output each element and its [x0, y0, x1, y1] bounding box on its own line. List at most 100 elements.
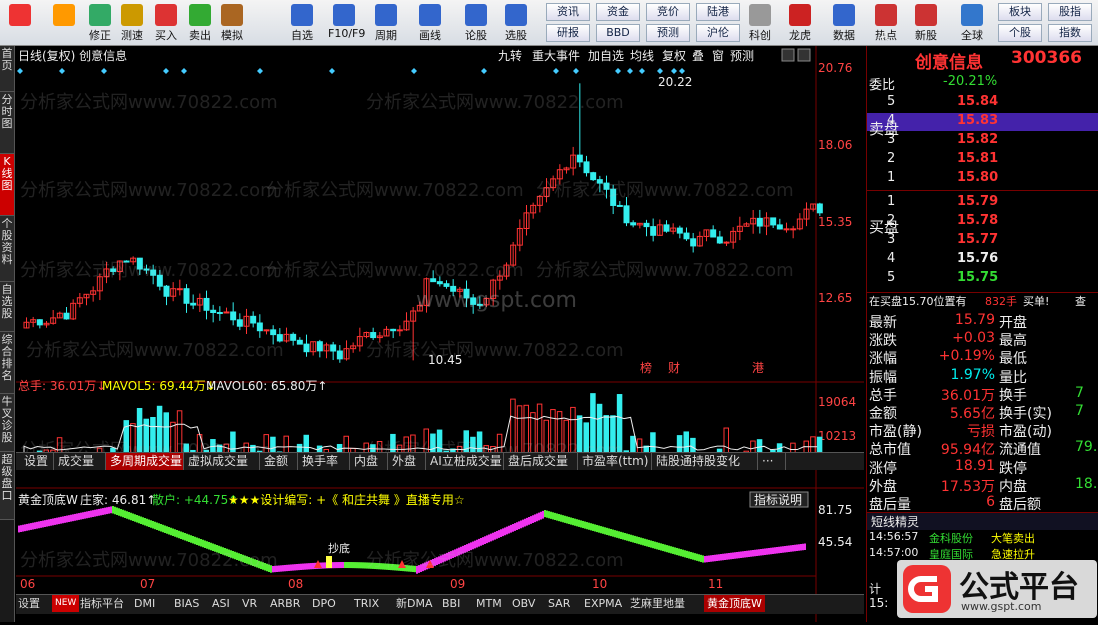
toolbar-small-button-0[interactable]: 资讯 — [546, 3, 590, 21]
kline-chart-area[interactable]: 日线(复权) 创意信息 九转 重大事件 加自选 均线 复权叠窗预测 20.76 18.06 15… — [16, 46, 864, 622]
ind-tab-10[interactable]: 新DMA — [396, 595, 433, 612]
toolbar-small-button-11[interactable]: 指数 — [1048, 24, 1092, 42]
ind-tab-15[interactable]: EXPMA — [584, 595, 622, 612]
left-tab-1[interactable]: 分时图 — [0, 92, 14, 154]
ind-tab-6[interactable]: VR — [242, 595, 257, 612]
chart-top-button-6[interactable]: 窗 — [712, 49, 724, 63]
left-tab-4[interactable]: 自选股 — [0, 282, 14, 332]
left-tab-0[interactable]: 首页 — [0, 46, 14, 92]
ind-tab-0[interactable]: 设置 — [18, 595, 40, 612]
elf-name: 金科股份 — [929, 532, 973, 545]
toolbar-button-7[interactable]: 自选 — [286, 2, 318, 44]
left-tab-6[interactable]: 牛叉诊股 — [0, 394, 14, 452]
weibi-row: 委比 -20.21% — [867, 74, 1098, 93]
ind-tab-2[interactable]: 指标平台 — [80, 595, 124, 612]
toolbar-button-23[interactable]: 新股 — [910, 2, 942, 44]
toolbar-button-9[interactable]: 周期 — [370, 2, 402, 44]
ind-tab-11[interactable]: BBI — [442, 595, 460, 612]
vol-tab-10[interactable]: 市盈率(ttm) — [578, 453, 652, 470]
ind-tab-1[interactable]: NEW — [52, 595, 80, 612]
chart-top-button-0[interactable]: 九转 — [498, 48, 522, 63]
wave-segment — [416, 566, 418, 574]
left-tab-7[interactable]: 超级盘口 — [0, 452, 14, 520]
toolbar-small-button-3[interactable]: 陆港 — [696, 3, 740, 21]
toolbar-button-5[interactable]: 卖出 — [184, 2, 216, 44]
toolbar-button-2[interactable]: 修正 — [84, 2, 116, 44]
wave-segment — [674, 547, 676, 555]
vol-tab-6[interactable]: 内盘 — [350, 453, 388, 470]
chart-top-button-3[interactable]: 均线 — [630, 49, 654, 63]
left-tab-3[interactable]: 个股资料 — [0, 216, 14, 282]
chart-top-button-5[interactable]: 叠 — [692, 49, 704, 63]
vol-tab-2[interactable]: 多周期成交量 — [106, 453, 184, 470]
chart-top-button-2[interactable]: 加自选 — [588, 49, 624, 63]
vol-tab-3[interactable]: 虚拟成交量 — [184, 453, 260, 470]
vol-tab-5[interactable]: 换手率 — [298, 453, 350, 470]
toolbar-small-button-7[interactable]: 沪伦 — [696, 24, 740, 42]
toolbar-button-3[interactable]: 测速 — [116, 2, 148, 44]
vol-tab-7[interactable]: 外盘 — [388, 453, 426, 470]
wave-segment — [558, 514, 560, 522]
wave-segment — [620, 531, 622, 539]
toolbar-small-button-10[interactable]: 个股 — [998, 24, 1042, 42]
toolbar-small-button-8[interactable]: 板块 — [998, 3, 1042, 21]
chart-top-button-7[interactable]: 预测 — [730, 49, 754, 63]
toolbar-small-button-4[interactable]: 研报 — [546, 24, 590, 42]
ind-tab-17[interactable]: 黄金顶底W — [704, 595, 765, 612]
toolbar-small-button-6[interactable]: 预测 — [646, 24, 690, 42]
wave-segment — [528, 517, 530, 525]
event-diamond — [329, 68, 335, 74]
left-tab-2[interactable]: K线图 — [0, 154, 14, 216]
wave-segment — [756, 549, 758, 556]
wave-segment — [520, 520, 522, 529]
toolbar-button-21[interactable]: 数据 — [828, 2, 860, 44]
toolbar-small-button-5[interactable]: BBD — [596, 24, 640, 42]
candle-body — [463, 288, 470, 299]
wave-segment — [710, 555, 712, 562]
ind-tab-12[interactable]: MTM — [476, 595, 502, 612]
ind-tab-16[interactable]: 芝麻里地量 — [630, 595, 685, 612]
toolbar-small-button-1[interactable]: 资金 — [596, 3, 640, 21]
ind-tab-9[interactable]: TRIX — [354, 595, 379, 612]
vol-tab-4[interactable]: 金额 — [260, 453, 298, 470]
vol-tab-9[interactable]: 盘后成交量 — [504, 453, 578, 470]
chart-top-button-1[interactable]: 重大事件 — [532, 49, 580, 63]
toolbar-button-10[interactable]: 画线 — [414, 2, 446, 44]
vol-tab-8[interactable]: AI立桩成交量 — [426, 453, 504, 470]
ind-tab-14[interactable]: SAR — [548, 595, 570, 612]
ind-tab-8[interactable]: DPO — [312, 595, 336, 612]
ind-button[interactable]: 指标说明 — [754, 492, 802, 507]
wave-segment — [486, 535, 488, 544]
wave-segment — [32, 522, 34, 530]
chart-top-button-4[interactable]: 复权 — [662, 49, 686, 63]
ind-tab-13[interactable]: OBV — [512, 595, 535, 612]
ind-tab-4[interactable]: BIAS — [174, 595, 199, 612]
vol-tab-11[interactable]: 陆股通持股变化 — [652, 453, 758, 470]
toolbar-button-24[interactable]: 全球 — [956, 2, 988, 44]
wave-segment — [536, 513, 538, 522]
toolbar-small-button-2[interactable]: 竞价 — [646, 3, 690, 21]
toolbar-button-0[interactable] — [4, 2, 36, 44]
toolbar-button-20[interactable]: 龙虎 — [784, 2, 816, 44]
wave-segment — [22, 524, 24, 532]
toolbar-small-button-9[interactable]: 股指 — [1048, 3, 1092, 21]
ind-tab-3[interactable]: DMI — [134, 595, 155, 612]
toolbar-button-6[interactable]: 模拟 — [216, 2, 248, 44]
note-more[interactable]: 查 — [1075, 293, 1086, 309]
toolbar-button-1[interactable] — [48, 2, 80, 44]
toolbar-button-12[interactable]: 选股 — [500, 2, 532, 44]
vol-tab-0[interactable]: 设置 — [20, 453, 54, 470]
toolbar-button-19[interactable]: 科创 — [744, 2, 776, 44]
toolbar-button-8[interactable]: F10/F9 — [328, 2, 365, 44]
weibi-value: -20.21% — [943, 74, 998, 89]
ind-tab-7[interactable]: ARBR — [270, 595, 300, 612]
vol-tab-12[interactable]: ··· — [758, 453, 786, 470]
wave-segment — [670, 546, 672, 554]
wave-segment — [282, 565, 284, 572]
ind-tab-5[interactable]: ASI — [212, 595, 230, 612]
wave-segment — [546, 510, 548, 518]
vol-tab-1[interactable]: 成交量 — [54, 453, 106, 470]
toolbar-button-11[interactable]: 论股 — [460, 2, 492, 44]
toolbar-button-4[interactable]: 买入 — [150, 2, 182, 44]
left-tab-5[interactable]: 综合排名 — [0, 332, 14, 394]
